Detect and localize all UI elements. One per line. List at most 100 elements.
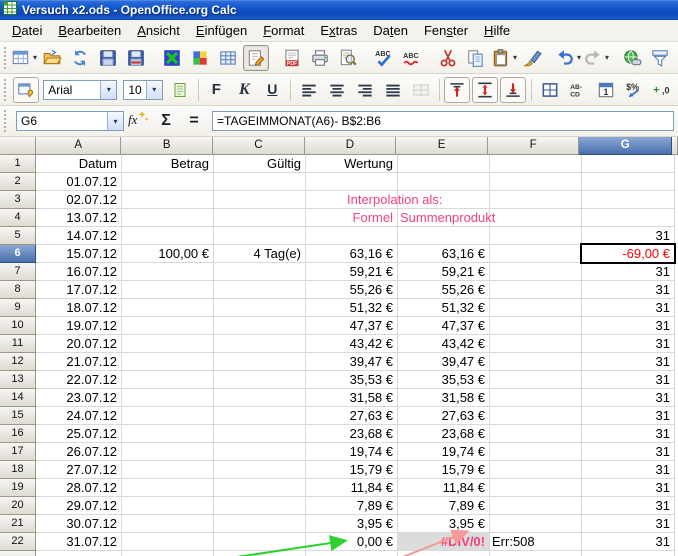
date-format-button[interactable]: 1 bbox=[593, 77, 619, 103]
cell-A3[interactable]: 02.07.12 bbox=[36, 191, 122, 209]
auto-spellcheck-button[interactable]: ABC bbox=[399, 45, 425, 71]
cell-B9[interactable] bbox=[122, 299, 214, 317]
cell-D5[interactable] bbox=[306, 227, 398, 245]
cell-E6[interactable]: 63,16 € bbox=[398, 245, 490, 263]
cell-D22[interactable]: 0,00 € bbox=[306, 533, 398, 551]
undo-dropdown-caret[interactable]: ▾ bbox=[577, 54, 581, 62]
cell-G15[interactable]: 31 bbox=[582, 407, 675, 425]
menu-hilfe[interactable]: Hilfe bbox=[476, 21, 518, 40]
cell-B6[interactable]: 100,00 € bbox=[122, 245, 214, 263]
hyperlink-button[interactable] bbox=[619, 45, 645, 71]
row-header-2[interactable]: 2 bbox=[0, 173, 36, 191]
cell-C23[interactable] bbox=[214, 551, 306, 556]
cell-A20[interactable]: 29.07.12 bbox=[36, 497, 122, 515]
cell-F19[interactable] bbox=[490, 479, 582, 497]
reload-button[interactable] bbox=[67, 45, 93, 71]
cell-B2[interactable] bbox=[122, 173, 214, 191]
row-header-23[interactable] bbox=[0, 551, 36, 556]
menu-fenster[interactable]: Fenster bbox=[416, 21, 476, 40]
menu-format[interactable]: Format bbox=[255, 21, 312, 40]
cell-G21[interactable]: 31 bbox=[582, 515, 675, 533]
menu-daten[interactable]: Daten bbox=[365, 21, 416, 40]
cell-C9[interactable] bbox=[214, 299, 306, 317]
cell-G19[interactable]: 31 bbox=[582, 479, 675, 497]
cell-F2[interactable] bbox=[490, 173, 582, 191]
add-decimal-button[interactable]: +,0 bbox=[649, 77, 675, 103]
cell-F10[interactable] bbox=[490, 317, 582, 335]
cell-B23[interactable] bbox=[122, 551, 214, 556]
cell-E16[interactable]: 23,68 € bbox=[398, 425, 490, 443]
underline-button[interactable]: U bbox=[259, 77, 285, 103]
cell-A6[interactable]: 15.07.12 bbox=[36, 245, 122, 263]
cell-A21[interactable]: 30.07.12 bbox=[36, 515, 122, 533]
cell-F7[interactable] bbox=[490, 263, 582, 281]
row-header-18[interactable]: 18 bbox=[0, 461, 36, 479]
cell-A22[interactable]: 31.07.12 bbox=[36, 533, 122, 551]
cell-D9[interactable]: 51,32 € bbox=[306, 299, 398, 317]
function-button[interactable]: = bbox=[181, 109, 207, 133]
cell-D17[interactable]: 19,74 € bbox=[306, 443, 398, 461]
cell-B5[interactable] bbox=[122, 227, 214, 245]
cell-F4[interactable] bbox=[490, 209, 582, 227]
column-header-B[interactable]: B bbox=[121, 137, 213, 155]
cell-G1[interactable] bbox=[582, 155, 675, 173]
align-left-button[interactable] bbox=[296, 77, 322, 103]
cell-C20[interactable] bbox=[214, 497, 306, 515]
toolbar-grip[interactable] bbox=[4, 110, 10, 132]
cell-reference[interactable]: G6 bbox=[17, 114, 107, 128]
font-name-combo[interactable]: Arial▾ bbox=[43, 80, 117, 100]
cell-E1[interactable] bbox=[398, 155, 490, 173]
cell-B8[interactable] bbox=[122, 281, 214, 299]
cell-E13[interactable]: 35,53 € bbox=[398, 371, 490, 389]
borders-button[interactable] bbox=[537, 77, 563, 103]
font-size-combo[interactable]: 10▾ bbox=[123, 80, 162, 100]
cell-F12[interactable] bbox=[490, 353, 582, 371]
name-box-dropdown-button[interactable]: ▾ bbox=[107, 112, 123, 130]
align-top-button[interactable] bbox=[444, 77, 470, 103]
sum-button[interactable]: Σ bbox=[153, 109, 179, 133]
cell-G6[interactable]: -69,00 € bbox=[582, 245, 675, 263]
cell-E17[interactable]: 19,74 € bbox=[398, 443, 490, 461]
cell-A10[interactable]: 19.07.12 bbox=[36, 317, 122, 335]
align-middle-button[interactable] bbox=[472, 77, 498, 103]
cell-A16[interactable]: 25.07.12 bbox=[36, 425, 122, 443]
cell-B3[interactable] bbox=[122, 191, 214, 209]
undo-button[interactable]: ▾ bbox=[555, 45, 581, 71]
cell-B10[interactable] bbox=[122, 317, 214, 335]
column-header-G[interactable]: G bbox=[579, 137, 672, 155]
cell-F11[interactable] bbox=[490, 335, 582, 353]
toolbar-grip[interactable] bbox=[4, 47, 6, 69]
cell-D18[interactable]: 15,79 € bbox=[306, 461, 398, 479]
cell-F1[interactable] bbox=[490, 155, 582, 173]
cell-F5[interactable] bbox=[490, 227, 582, 245]
italic-button[interactable]: K bbox=[231, 77, 257, 103]
cell-F23[interactable] bbox=[490, 551, 582, 556]
column-header-A[interactable]: A bbox=[36, 137, 122, 155]
cell-A1[interactable]: Datum bbox=[36, 155, 122, 173]
insert-table-button[interactable] bbox=[215, 45, 241, 71]
row-header-8[interactable]: 8 bbox=[0, 281, 36, 299]
row-header-13[interactable]: 13 bbox=[0, 371, 36, 389]
cell-B16[interactable] bbox=[122, 425, 214, 443]
colored-squares-button[interactable] bbox=[187, 45, 213, 71]
copy-button[interactable] bbox=[463, 45, 489, 71]
row-header-19[interactable]: 19 bbox=[0, 479, 36, 497]
row-header-16[interactable]: 16 bbox=[0, 425, 36, 443]
cell-G2[interactable] bbox=[582, 173, 675, 191]
cell-D14[interactable]: 31,58 € bbox=[306, 389, 398, 407]
cell-D20[interactable]: 7,89 € bbox=[306, 497, 398, 515]
cell-G5[interactable]: 31 bbox=[582, 227, 675, 245]
new-document-button[interactable]: ▾ bbox=[11, 45, 37, 71]
cell-G16[interactable]: 31 bbox=[582, 425, 675, 443]
cell-G12[interactable]: 31 bbox=[582, 353, 675, 371]
cell-G7[interactable]: 31 bbox=[582, 263, 675, 281]
page-preview-button[interactable] bbox=[335, 45, 361, 71]
row-header-11[interactable]: 11 bbox=[0, 335, 36, 353]
column-header-E[interactable]: E bbox=[396, 137, 488, 155]
cell-A23[interactable] bbox=[36, 551, 122, 556]
cell-B15[interactable] bbox=[122, 407, 214, 425]
cell-A18[interactable]: 27.07.12 bbox=[36, 461, 122, 479]
cell-F22[interactable]: Err:508 bbox=[490, 533, 582, 551]
cell-G22[interactable]: 31 bbox=[582, 533, 675, 551]
align-center-button[interactable] bbox=[324, 77, 350, 103]
